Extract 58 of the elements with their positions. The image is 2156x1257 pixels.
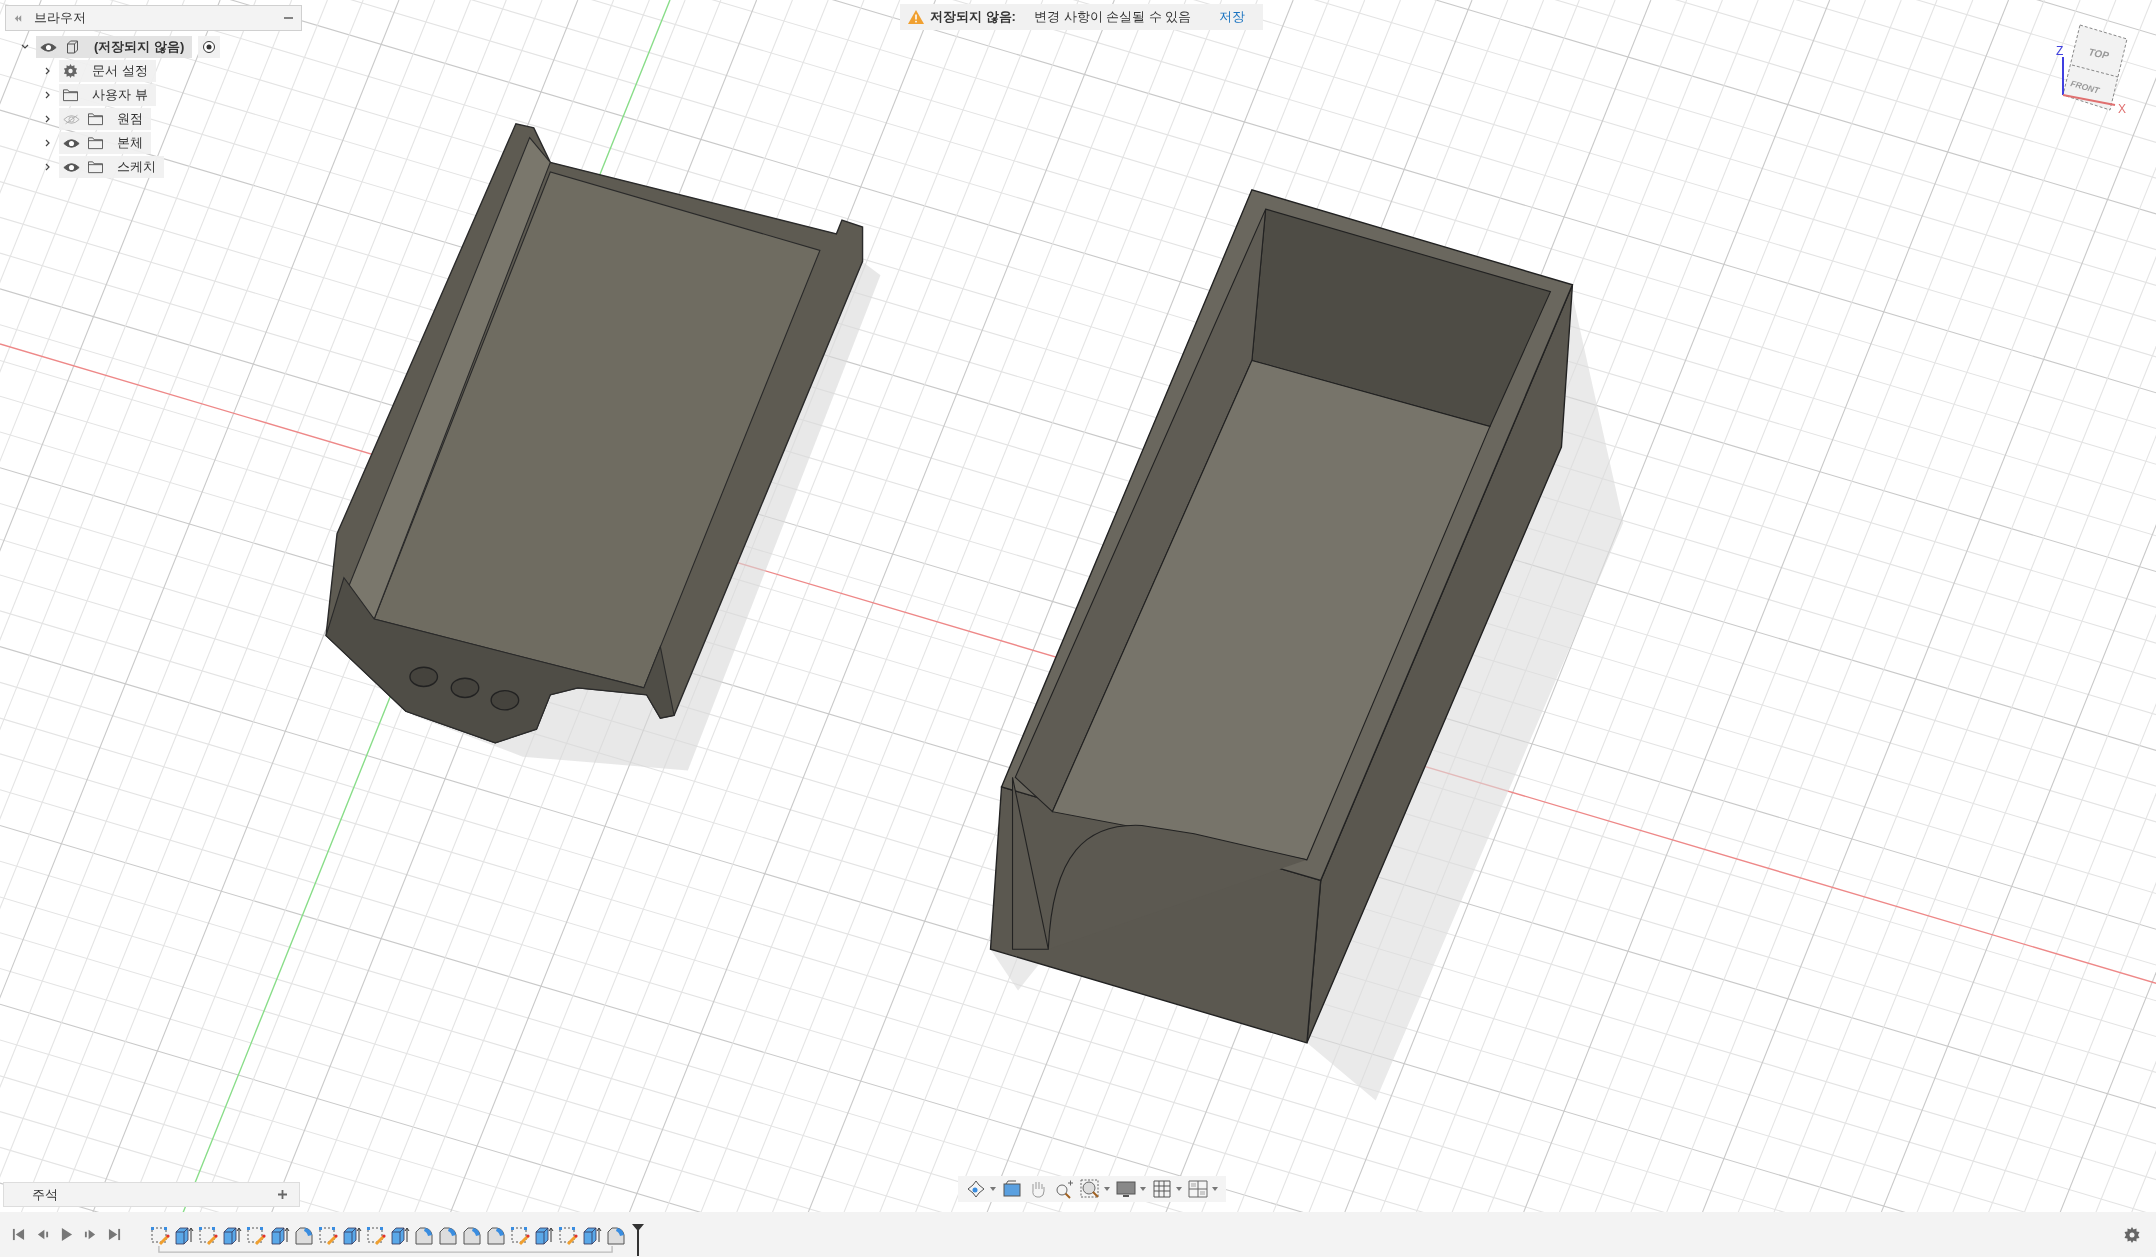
timeline-marker[interactable] bbox=[632, 1224, 644, 1256]
sketch-icon[interactable] bbox=[558, 1226, 578, 1246]
rounded-corner-icon[interactable] bbox=[438, 1226, 458, 1246]
rounded-corner-icon[interactable] bbox=[606, 1226, 626, 1246]
cube-icon[interactable] bbox=[534, 1226, 554, 1246]
display-icon[interactable] bbox=[1116, 1179, 1136, 1199]
component-icon bbox=[65, 40, 80, 54]
eye-icon[interactable] bbox=[63, 137, 80, 149]
rounded-corner-icon[interactable] bbox=[294, 1226, 314, 1246]
caret-icon[interactable] bbox=[1140, 1187, 1146, 1191]
panel-title: 주석 bbox=[32, 1185, 59, 1204]
caret-icon[interactable] bbox=[990, 1187, 996, 1191]
grid-icon[interactable] bbox=[1152, 1179, 1172, 1199]
panel-title: 브라우저 bbox=[34, 9, 87, 27]
sketch-icon[interactable] bbox=[318, 1226, 338, 1246]
plus-icon[interactable] bbox=[278, 1190, 287, 1199]
step-back-icon[interactable] bbox=[36, 1228, 49, 1241]
cube-icon[interactable] bbox=[582, 1226, 602, 1246]
play-icon[interactable] bbox=[60, 1228, 73, 1241]
skip-start-icon[interactable] bbox=[12, 1228, 25, 1241]
viewports-icon[interactable] bbox=[1188, 1179, 1208, 1199]
caret-icon[interactable] bbox=[1104, 1187, 1110, 1191]
rounded-corner-icon[interactable] bbox=[486, 1226, 506, 1246]
sketch-icon[interactable] bbox=[198, 1226, 218, 1246]
folder-icon bbox=[88, 112, 103, 126]
cube-icon[interactable] bbox=[342, 1226, 362, 1246]
sketch-icon[interactable] bbox=[510, 1226, 530, 1246]
notice-title: 저장되지 않음: bbox=[930, 8, 1016, 26]
step-forward-icon[interactable] bbox=[84, 1228, 97, 1241]
collapse-icon[interactable] bbox=[14, 14, 22, 22]
folder-icon bbox=[63, 88, 78, 102]
sketch-icon[interactable] bbox=[366, 1226, 386, 1246]
cube-icon[interactable] bbox=[222, 1226, 242, 1246]
sketch-icon[interactable] bbox=[150, 1226, 170, 1246]
caret-icon[interactable] bbox=[1212, 1187, 1218, 1191]
zoom-icon[interactable] bbox=[1054, 1179, 1074, 1199]
folder-icon bbox=[88, 136, 103, 150]
caret-icon[interactable] bbox=[1176, 1187, 1182, 1191]
folder-icon bbox=[88, 160, 103, 174]
notice-message: 변경 사항이 손실될 수 있음 bbox=[1033, 8, 1192, 26]
gear-icon bbox=[63, 64, 78, 78]
rounded-corner-icon[interactable] bbox=[414, 1226, 434, 1246]
zoom-window-icon[interactable] bbox=[1080, 1179, 1100, 1199]
save-link[interactable]: 저장 bbox=[1213, 8, 1252, 26]
eye-icon[interactable] bbox=[63, 161, 80, 173]
cube-icon[interactable] bbox=[390, 1226, 410, 1246]
sketch-icon[interactable] bbox=[246, 1226, 266, 1246]
skip-end-icon[interactable] bbox=[108, 1228, 121, 1241]
rounded-corner-icon[interactable] bbox=[462, 1226, 482, 1246]
activate-radio-icon[interactable] bbox=[198, 36, 221, 58]
eye-icon[interactable] bbox=[40, 41, 57, 53]
monitor-icon[interactable] bbox=[1002, 1179, 1022, 1199]
orbit-icon[interactable] bbox=[966, 1179, 986, 1199]
warning-icon bbox=[908, 10, 924, 24]
cube-icon[interactable] bbox=[174, 1226, 194, 1246]
view-cube[interactable]: TOP FRONT Z X bbox=[2030, 15, 2156, 125]
settings-icon[interactable] bbox=[2124, 1226, 2140, 1243]
cube-icon[interactable] bbox=[270, 1226, 290, 1246]
